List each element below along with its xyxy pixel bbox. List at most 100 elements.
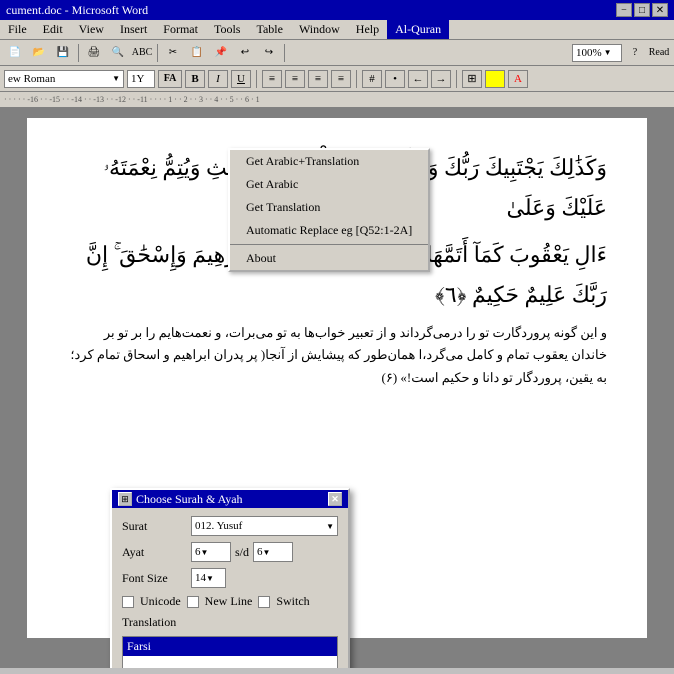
dropdown-separator: [230, 244, 428, 245]
menu-window[interactable]: Window: [291, 20, 348, 39]
menu-tools[interactable]: Tools: [206, 20, 249, 39]
choose-surah-dialog: ⊞ Choose Surah & Ayah ✕ Surat 012. Yusuf…: [110, 488, 350, 668]
read-btn[interactable]: Read: [648, 42, 670, 64]
align-right[interactable]: ≡: [308, 70, 328, 88]
surat-select[interactable]: 012. Yusuf ▼: [191, 516, 338, 536]
save-btn[interactable]: 💾: [52, 42, 74, 64]
ayat-label: Ayat: [122, 545, 187, 560]
menu-table[interactable]: Table: [248, 20, 290, 39]
font-arrow: ▼: [112, 74, 120, 83]
translation-label: Translation: [122, 615, 187, 630]
ayat-to-arrow: ▼: [263, 548, 271, 557]
dialog-title-text: Choose Surah & Ayah: [136, 492, 243, 507]
list-item-farsi[interactable]: Farsi: [123, 637, 337, 656]
menu-get-translation[interactable]: Get Translation: [230, 196, 428, 219]
translation-listbox[interactable]: Farsi: [122, 636, 338, 668]
sep1: [78, 44, 79, 62]
border-btn[interactable]: ⊞: [462, 70, 482, 88]
ruler-content: · · · · · -16 · · -15 · · -14 · · -13 · …: [4, 95, 670, 104]
highlight-btn[interactable]: A: [485, 70, 505, 88]
preview-btn[interactable]: 🔍: [107, 42, 129, 64]
menu-view[interactable]: View: [71, 20, 112, 39]
toolbar-1: 📄 📂 💾 🖨 🔍 ABC ✂ 📋 📌 ↩ ↪ 100% ▼ ? Read: [0, 40, 674, 66]
new-btn[interactable]: 📄: [4, 42, 26, 64]
menu-bar: File Edit View Insert Format Tools Table…: [0, 20, 674, 40]
align-center[interactable]: ≡: [285, 70, 305, 88]
underline-button[interactable]: U: [231, 70, 251, 88]
menu-alquran[interactable]: Al-Quran: [387, 20, 449, 39]
menu-get-arabic[interactable]: Get Arabic: [230, 173, 428, 196]
fontcolor-btn[interactable]: A: [508, 70, 528, 88]
menu-auto-replace[interactable]: Automatic Replace eg [Q52:1-2A]: [230, 219, 428, 242]
open-btn[interactable]: 📂: [28, 42, 50, 64]
fontsize-input[interactable]: 14 ▼: [191, 568, 226, 588]
alquran-dropdown: Get Arabic+Translation Get Arabic Get Tr…: [228, 148, 430, 272]
ayat-from-arrow: ▼: [201, 548, 209, 557]
ayat-row: Ayat 6 ▼ s/d 6 ▼: [122, 542, 338, 562]
ayat-to-input[interactable]: 6 ▼: [253, 542, 293, 562]
align-justify[interactable]: ≡: [331, 70, 351, 88]
fmt-sep1: [256, 70, 257, 88]
zoom-arrow: ▼: [604, 48, 612, 57]
unicode-checkbox[interactable]: [122, 596, 134, 608]
minimize-button[interactable]: −: [616, 3, 632, 17]
italic-button[interactable]: I: [208, 70, 228, 88]
help-btn[interactable]: ?: [624, 42, 646, 64]
newline-label: New Line: [205, 594, 253, 609]
unicode-label: Unicode: [140, 594, 181, 609]
spell-btn[interactable]: ABC: [131, 42, 153, 64]
dialog-icon: ⊞: [118, 492, 132, 506]
paste-btn[interactable]: 📌: [210, 42, 232, 64]
fmt-sep3: [456, 70, 457, 88]
fontsize-arrow: ▼: [206, 574, 214, 583]
align-left[interactable]: ≡: [262, 70, 282, 88]
translation-row: Translation: [122, 615, 338, 630]
window-title: cument.doc - Microsoft Word: [6, 3, 148, 18]
maximize-button[interactable]: □: [634, 3, 650, 17]
document-area: وَكَذَٰلِكَ يَجْتَبِيكَ رَبُّكَ وَيُعَلِ…: [0, 108, 674, 668]
print-btn[interactable]: 🖨: [83, 42, 105, 64]
size-selector[interactable]: 1Y: [127, 70, 155, 88]
numbering-btn[interactable]: #: [362, 70, 382, 88]
sep3: [284, 44, 285, 62]
checkbox-row: Unicode New Line Switch: [122, 594, 338, 609]
format-toolbar: ew Roman ▼ 1Y FA B I U ≡ ≡ ≡ ≡ # • ← → ⊞…: [0, 66, 674, 92]
menu-edit[interactable]: Edit: [35, 20, 71, 39]
persian-text: و این گونه پروردگارت تو را درمی‌گرداند و…: [67, 322, 607, 388]
title-bar-buttons: − □ ✕: [616, 3, 668, 17]
bold-button[interactable]: B: [185, 70, 205, 88]
indent-less[interactable]: ←: [408, 70, 428, 88]
surat-row: Surat 012. Yusuf ▼: [122, 516, 338, 536]
menu-file[interactable]: File: [0, 20, 35, 39]
zoom-box[interactable]: 100% ▼: [572, 44, 622, 62]
menu-get-arabic-translation[interactable]: Get Arabic+Translation: [230, 150, 428, 173]
dialog-title-bar: ⊞ Choose Surah & Ayah ✕: [112, 490, 348, 508]
font-selector[interactable]: ew Roman ▼: [4, 70, 124, 88]
newline-checkbox[interactable]: [187, 596, 199, 608]
switch-checkbox[interactable]: [258, 596, 270, 608]
ruler: · · · · · -16 · · -15 · · -14 · · -13 · …: [0, 92, 674, 108]
cut-btn[interactable]: ✂: [162, 42, 184, 64]
undo-btn[interactable]: ↩: [234, 42, 256, 64]
switch-label: Switch: [276, 594, 309, 609]
menu-help[interactable]: Help: [348, 20, 387, 39]
menu-insert[interactable]: Insert: [112, 20, 155, 39]
menu-format[interactable]: Format: [155, 20, 206, 39]
surat-label: Surat: [122, 519, 187, 534]
close-button[interactable]: ✕: [652, 3, 668, 17]
menu-about[interactable]: About: [230, 247, 428, 270]
ayat-separator: s/d: [235, 545, 249, 560]
redo-btn[interactable]: ↪: [258, 42, 280, 64]
indent-more[interactable]: →: [431, 70, 451, 88]
copy-btn[interactable]: 📋: [186, 42, 208, 64]
bullets-btn[interactable]: •: [385, 70, 405, 88]
fmt-sep2: [356, 70, 357, 88]
fontsize-row: Font Size 14 ▼: [122, 568, 338, 588]
dialog-close-button[interactable]: ✕: [328, 492, 342, 506]
title-bar: cument.doc - Microsoft Word − □ ✕: [0, 0, 674, 20]
dialog-body: Surat 012. Yusuf ▼ Ayat 6 ▼ s/d 6 ▼: [112, 508, 348, 668]
fontsize-label: Font Size: [122, 571, 187, 586]
fa-button[interactable]: FA: [158, 70, 182, 88]
sep2: [157, 44, 158, 62]
ayat-from-input[interactable]: 6 ▼: [191, 542, 231, 562]
